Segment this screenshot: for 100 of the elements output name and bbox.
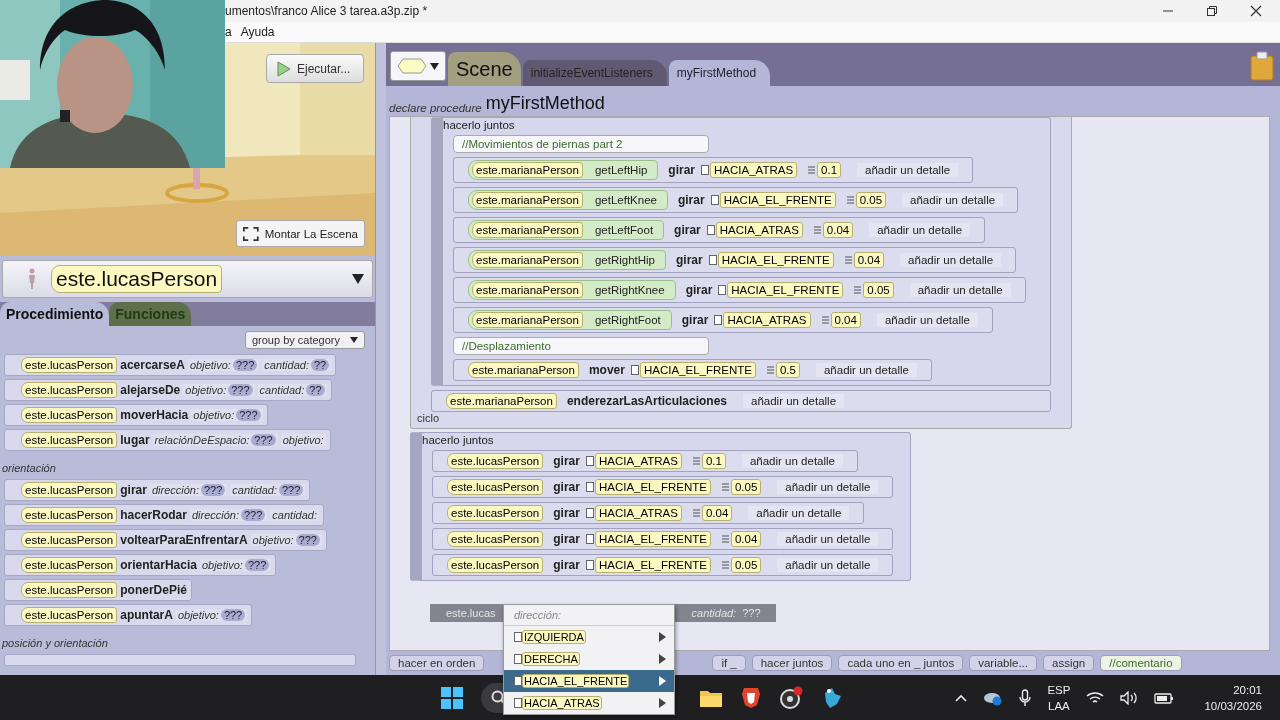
procedure-tile[interactable]: este.lucasPerson lugar relaciónDeEspacio: ??? objetivo: xyxy=(4,429,331,451)
add-detail-menu[interactable]: añadir un detalle xyxy=(743,394,845,408)
code-comment[interactable]: //Movimientos de piernas part 2 xyxy=(453,135,709,153)
object-chip[interactable]: este.marianaPerson xyxy=(472,282,583,298)
joint-block[interactable]: este.marianaPerson getLeftKnee xyxy=(468,190,668,210)
close-icon[interactable] xyxy=(1250,5,1262,17)
setup-scene-button[interactable]: Montar La Escena xyxy=(236,220,365,247)
amount-chip[interactable]: 0.04 xyxy=(701,505,733,521)
object-chip[interactable]: este.marianaPerson xyxy=(472,312,583,328)
procedure-tile[interactable]: este.lucasPerson alejarseDe objetivo: ??? cantidad: ?? xyxy=(4,379,332,401)
direction-chip[interactable]: HACIA_ATRAS xyxy=(723,312,811,328)
direction-chip[interactable]: HACIA_EL_FRENTE xyxy=(639,362,756,378)
object-chip[interactable]: este.lucasPerson xyxy=(447,479,544,495)
amount-chip[interactable]: 0.05 xyxy=(730,479,762,495)
joint-block[interactable]: este.marianaPerson getLeftHip xyxy=(468,160,659,180)
class-menu-button[interactable] xyxy=(390,51,446,81)
add-detail-menu[interactable]: añadir un detalle xyxy=(902,193,1004,207)
palette-block[interactable]: //comentario xyxy=(1100,655,1182,671)
object-selector[interactable]: este.lucasPerson xyxy=(2,260,373,298)
palette-block[interactable]: hacer en orden xyxy=(389,655,485,671)
add-detail-menu[interactable]: añadir un detalle xyxy=(869,223,971,237)
palette-block[interactable]: if _ xyxy=(712,655,746,671)
direction-chip[interactable]: HACIA_ATRAS xyxy=(710,162,798,178)
wifi-icon[interactable] xyxy=(1086,690,1105,705)
amount-chip[interactable]: 0.05 xyxy=(855,192,887,208)
object-chip[interactable]: este.lucasPerson xyxy=(447,453,544,469)
object-chip[interactable]: este.lucasPerson xyxy=(447,557,544,573)
procedure-tile[interactable]: este.lucasPerson moverHacia objetivo: ??? xyxy=(4,404,268,426)
add-detail-menu[interactable]: añadir un detalle xyxy=(876,313,978,327)
object-chip[interactable]: este.lucasPerson xyxy=(447,531,544,547)
direction-chip[interactable]: HACIA_EL_FRENTE xyxy=(727,282,844,298)
menu-option[interactable]: IZQUIERDA xyxy=(504,626,674,648)
menu-option[interactable]: DERECHA xyxy=(504,648,674,670)
code-comment[interactable]: //Desplazamiento xyxy=(453,337,709,355)
direction-chip[interactable]: HACIA_ATRAS xyxy=(594,505,682,521)
microphone-icon[interactable] xyxy=(1019,688,1032,707)
direction-chip[interactable]: HACIA_ATRAS xyxy=(715,222,803,238)
clock-date[interactable]: 10/03/2026 xyxy=(1204,697,1262,714)
clock-time[interactable]: 20:01 xyxy=(1233,681,1262,698)
procedure-tile[interactable]: este.lucasPerson voltearParaEnfrentarA objetivo: ??? xyxy=(4,529,327,551)
method-tab[interactable]: myFirstMethod xyxy=(668,60,771,86)
object-chip[interactable]: este.marianaPerson xyxy=(472,222,583,238)
procedure-tile[interactable]: este.lucasPerson hacerRodar dirección: ??? cantidad: xyxy=(4,504,324,526)
object-chip[interactable]: este.marianaPerson xyxy=(472,252,583,268)
maximize-icon[interactable] xyxy=(1206,5,1218,17)
procedure-tile[interactable]: este.lucasPerson girar dirección: ??? cantidad: ??? xyxy=(4,479,311,501)
add-detail-menu[interactable]: añadir un detalle xyxy=(900,253,1002,267)
battery-icon[interactable] xyxy=(1154,690,1175,705)
joint-block[interactable]: este.marianaPerson getRightKnee xyxy=(468,280,676,300)
amount-chip[interactable]: 0.04 xyxy=(730,531,762,547)
menu-item[interactable]: Ayuda xyxy=(240,25,275,39)
amount-chip[interactable]: 0.04 xyxy=(822,222,854,238)
add-detail-menu[interactable]: añadir un detalle xyxy=(741,454,843,468)
amount-chip[interactable]: 0.04 xyxy=(830,312,861,328)
procedure-tile[interactable]: este.lucasPerson orientarHacia objetivo: ??? xyxy=(4,554,277,576)
keyboard-layout[interactable]: LAA xyxy=(1048,697,1070,714)
add-detail-menu[interactable]: añadir un detalle xyxy=(857,163,959,177)
add-detail-menu[interactable]: añadir un detalle xyxy=(777,558,879,572)
procedure-tile[interactable] xyxy=(4,654,356,666)
object-chip[interactable]: este.marianaPerson xyxy=(468,362,579,378)
palette-block[interactable]: cada uno en _ juntos xyxy=(838,655,964,671)
record-app-icon[interactable] xyxy=(779,685,803,710)
speaker-icon[interactable] xyxy=(1120,690,1139,705)
amount-chip[interactable]: 0.05 xyxy=(863,282,894,298)
menu-option[interactable]: HACIA_ATRAS xyxy=(504,692,674,714)
group-by-dropdown[interactable]: group by category xyxy=(244,331,365,349)
windows-start-icon[interactable] xyxy=(441,686,463,709)
run-button[interactable]: Ejecutar... xyxy=(266,54,364,83)
menu-option[interactable]: HACIA_EL_FRENTE xyxy=(504,670,674,692)
joint-block[interactable]: este.marianaPerson getRightFoot xyxy=(468,310,672,330)
direction-chip[interactable]: HACIA_EL_FRENTE xyxy=(594,557,711,573)
amount-chip[interactable]: 0.5 xyxy=(775,362,800,378)
amount-chip[interactable]: 0.05 xyxy=(730,557,762,573)
amount-chip[interactable]: 0.04 xyxy=(853,252,885,268)
add-detail-menu[interactable]: añadir un detalle xyxy=(748,506,850,520)
procedure-tile[interactable]: este.lucasPerson apuntarA objetivo: ??? xyxy=(4,604,253,626)
shield-icon[interactable] xyxy=(741,686,761,709)
palette-block[interactable]: assign xyxy=(1043,655,1095,671)
object-chip[interactable]: este.marianaPerson xyxy=(472,192,583,208)
direction-chip[interactable]: HACIA_ATRAS xyxy=(594,453,682,469)
palette-block[interactable]: hacer juntos xyxy=(751,655,833,671)
joint-block[interactable]: este.marianaPerson getLeftFoot xyxy=(468,220,665,240)
procedure-tile[interactable]: este.lucasPerson ponerDePié xyxy=(4,579,192,601)
joint-block[interactable]: este.marianaPerson getRightHip xyxy=(468,250,666,270)
chevron-up-icon[interactable] xyxy=(955,693,968,702)
palette-block[interactable]: variable... xyxy=(969,655,1037,671)
class-tab[interactable]: Scene xyxy=(448,52,521,86)
add-detail-menu[interactable]: añadir un detalle xyxy=(777,532,879,546)
direction-chip[interactable]: HACIA_EL_FRENTE xyxy=(719,192,836,208)
direction-chip[interactable]: HACIA_EL_FRENTE xyxy=(717,252,834,268)
object-chip[interactable]: este.marianaPerson xyxy=(472,162,583,178)
procedure-tile[interactable]: este.lucasPerson acercarseA objetivo: ??? cantidad: ?? xyxy=(4,354,337,376)
language-indicator[interactable]: ESP xyxy=(1047,681,1071,698)
object-chip[interactable]: este.marianaPerson xyxy=(446,393,557,409)
direction-chip[interactable]: HACIA_EL_FRENTE xyxy=(594,531,711,547)
add-detail-menu[interactable]: añadir un detalle xyxy=(815,363,917,377)
amount-chip[interactable]: 0.1 xyxy=(701,453,726,469)
menu-item[interactable]: a xyxy=(225,25,232,39)
object-chip[interactable]: este.lucasPerson xyxy=(447,505,544,521)
direction-chip[interactable]: HACIA_EL_FRENTE xyxy=(594,479,711,495)
